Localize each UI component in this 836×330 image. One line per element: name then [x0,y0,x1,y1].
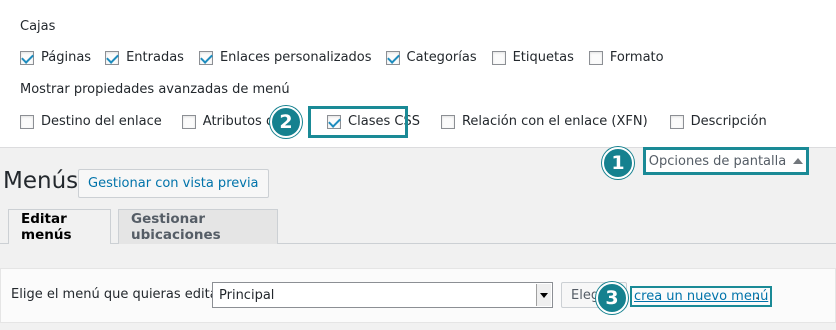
tab-edit-menus[interactable]: Editar menús [8,209,111,244]
create-new-menu-link[interactable]: crea un nuevo menú [630,286,773,307]
select-menu-label: Elige el menú que quieras editar: [11,287,228,302]
box-label: Enlaces personalizados [219,50,372,65]
manage-with-preview-button[interactable]: Gestionar con vista previa [78,169,269,198]
checkbox[interactable] [105,50,120,65]
checkbox[interactable] [181,114,196,129]
checkbox[interactable] [198,50,213,65]
box-option-enlaces[interactable]: Enlaces personalizados [198,50,372,65]
box-option-entradas[interactable]: Entradas [105,50,184,65]
checkbox[interactable] [20,50,34,65]
screen-options-panel: Cajas Páginas Entradas Enlaces personali… [0,0,836,148]
tab-manage-locations[interactable]: Gestionar ubicaciones [118,209,278,244]
trailing-period: . [755,288,760,303]
checkbox[interactable] [491,50,506,65]
menu-select[interactable]: Principal [212,282,553,308]
arrow-up-icon [793,158,804,164]
box-option-paginas[interactable]: Páginas [20,50,91,65]
adv-label: Descripción [690,114,767,129]
clases-css-highlight [308,106,408,138]
step-badge-2: 2 [270,106,302,138]
box-label: Páginas [41,50,92,65]
boxes-row: Páginas Entradas Enlaces personalizados … [20,50,664,65]
step-badge-1: 1 [602,147,634,179]
screen-options-toggle[interactable]: Opciones de pantalla [643,147,809,175]
screen-options-label: Opciones de pantalla [648,153,787,169]
page-title: Menús [3,168,79,194]
adv-label: Relación con el enlace (XFN) [461,114,648,129]
checkbox[interactable] [588,50,603,65]
menu-select-value: Principal [219,287,275,303]
box-label: Entradas [126,50,184,65]
boxes-heading: Cajas [20,19,56,34]
checkbox[interactable] [669,114,684,129]
checkbox[interactable] [440,114,455,129]
adv-option-descripcion[interactable]: Descripción [669,114,767,129]
adv-label: Destino del enlace [41,114,162,129]
step-badge-3: 3 [596,282,628,314]
chevron-down-icon[interactable] [536,284,551,306]
box-option-etiquetas[interactable]: Etiquetas [491,50,574,65]
box-label: Formato [609,50,664,65]
box-label: Categorías [406,50,477,65]
box-option-formato[interactable]: Formato [588,50,664,65]
advanced-heading: Mostrar propiedades avanzadas de menú [20,82,290,97]
adv-option-destino[interactable]: Destino del enlace [20,114,162,129]
box-option-categorias[interactable]: Categorías [385,50,477,65]
checkbox[interactable] [385,50,400,65]
box-label: Etiquetas [512,50,574,65]
checkbox[interactable] [20,114,34,129]
adv-option-xfn[interactable]: Relación con el enlace (XFN) [440,114,648,129]
